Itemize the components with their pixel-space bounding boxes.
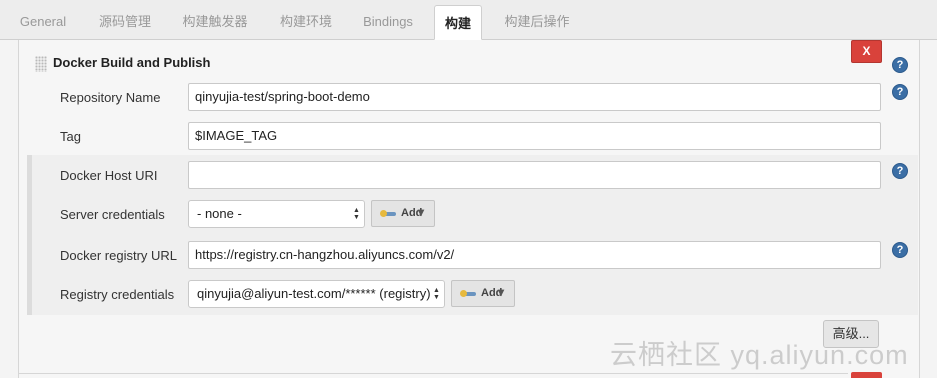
tab-bar: General 源码管理 构建触发器 构建环境 Bindings 构建 构建后操… bbox=[0, 0, 937, 40]
dropdown-arrow-icon: ▾ bbox=[418, 205, 425, 219]
server-credentials-add-button[interactable]: Add ▾ bbox=[371, 200, 435, 227]
select-arrows-icon: ▲ ▼ bbox=[433, 287, 440, 301]
dropdown-arrow-icon: ▾ bbox=[498, 285, 505, 299]
key-icon bbox=[460, 290, 476, 297]
docker-host-uri-label: Docker Host URI bbox=[60, 168, 158, 183]
repository-name-help-icon[interactable]: ? bbox=[892, 84, 908, 100]
group-indent-rule bbox=[27, 155, 32, 315]
registry-credentials-select[interactable]: qinyujia@aliyun-test.com/****** (registr… bbox=[188, 280, 445, 308]
section-help-icon[interactable]: ? bbox=[892, 57, 908, 73]
delete-step-button[interactable]: X bbox=[851, 40, 882, 63]
docker-host-uri-input[interactable] bbox=[188, 161, 881, 189]
divider bbox=[18, 373, 848, 374]
registry-credentials-label: Registry credentials bbox=[60, 287, 175, 302]
server-credentials-select[interactable]: - none - ▲ ▼ bbox=[188, 200, 365, 228]
docker-registry-url-help-icon[interactable]: ? bbox=[892, 242, 908, 258]
repository-name-input[interactable]: qinyujia-test/spring-boot-demo bbox=[188, 83, 881, 111]
tab-bindings[interactable]: Bindings bbox=[352, 4, 424, 39]
registry-credentials-add-button[interactable]: Add ▾ bbox=[451, 280, 515, 307]
section-title: Docker Build and Publish bbox=[53, 55, 211, 70]
drag-handle-icon[interactable] bbox=[35, 56, 47, 72]
watermark: 云栖社区 yq.aliyun.com bbox=[610, 340, 909, 370]
registry-credentials-value: qinyujia@aliyun-test.com/****** (registr… bbox=[197, 286, 431, 301]
tab-post-build-actions[interactable]: 构建后操作 bbox=[492, 4, 582, 39]
docker-registry-url-label: Docker registry URL bbox=[60, 248, 178, 263]
tag-input[interactable]: $IMAGE_TAG bbox=[188, 122, 881, 150]
key-icon bbox=[380, 210, 396, 217]
server-credentials-value: - none - bbox=[197, 206, 242, 221]
tab-build-triggers[interactable]: 构建触发器 bbox=[170, 4, 260, 39]
next-step-delete-button[interactable] bbox=[851, 372, 882, 378]
server-credentials-label: Server credentials bbox=[60, 207, 165, 222]
tab-build-environment[interactable]: 构建环境 bbox=[268, 4, 344, 39]
tab-general[interactable]: General bbox=[8, 4, 78, 39]
tab-build[interactable]: 构建 bbox=[434, 5, 482, 40]
repository-name-label: Repository Name bbox=[60, 90, 161, 105]
docker-host-uri-help-icon[interactable]: ? bbox=[892, 163, 908, 179]
select-arrows-icon: ▲ ▼ bbox=[353, 207, 360, 221]
docker-registry-url-input[interactable]: https://registry.cn-hangzhou.aliyuncs.co… bbox=[188, 241, 881, 269]
tab-source-management[interactable]: 源码管理 bbox=[86, 4, 164, 39]
tag-label: Tag bbox=[60, 129, 81, 144]
